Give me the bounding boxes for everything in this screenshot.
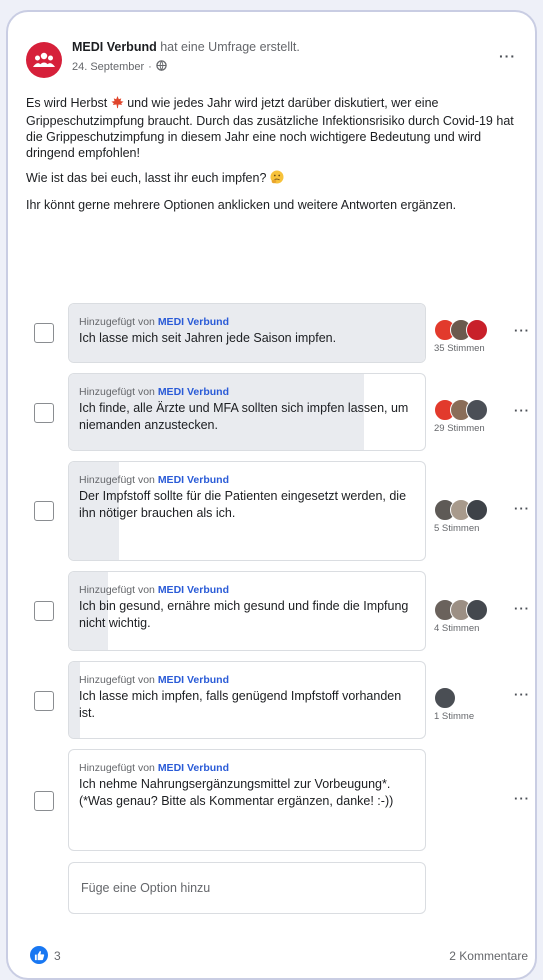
option-more-button[interactable]: ···: [514, 601, 530, 616]
added-by-link[interactable]: MEDI Verbund: [158, 584, 229, 596]
added-by-prefix: Hinzugefügt von: [79, 584, 158, 596]
post-paragraph-3: Ihr könnt gerne mehrere Optionen anklick…: [26, 198, 457, 212]
post-paragraph-2: Wie ist das bei euch, lasst ihr euch imp…: [26, 170, 526, 188]
vote-count[interactable]: 1 Stimme: [434, 711, 514, 722]
poll-option: Hinzugefügt von MEDI Verbund Ich finde, …: [26, 373, 529, 451]
option-checkbox[interactable]: [34, 403, 54, 423]
added-by-line: Hinzugefügt von MEDI Verbund: [79, 386, 415, 399]
voter-avatars[interactable]: 5 Stimmen: [434, 499, 514, 534]
added-by-line: Hinzugefügt von MEDI Verbund: [79, 674, 415, 687]
option-box[interactable]: Hinzugefügt von MEDI Verbund Ich lasse m…: [68, 303, 426, 363]
post-title: MEDI Verbund hat eine Umfrage erstellt.: [72, 40, 300, 54]
option-more-button[interactable]: ···: [514, 403, 530, 418]
added-by-prefix: Hinzugefügt von: [79, 762, 158, 774]
option-more-button[interactable]: ···: [514, 323, 530, 338]
post-action-text: hat eine Umfrage erstellt.: [156, 40, 300, 54]
option-text: Ich bin gesund, ernähre mich gesund und …: [79, 599, 409, 630]
post-header: MEDI Verbund hat eine Umfrage erstellt. …: [26, 32, 516, 86]
added-by-line: Hinzugefügt von MEDI Verbund: [79, 584, 415, 597]
added-by-line: Hinzugefügt von MEDI Verbund: [79, 474, 415, 487]
voter-avatars[interactable]: 1 Stimme: [434, 687, 514, 722]
option-more-button[interactable]: ···: [514, 501, 530, 516]
vote-count[interactable]: 35 Stimmen: [434, 343, 514, 354]
maple-leaf-icon: [111, 96, 124, 113]
voter-avatars[interactable]: 4 Stimmen: [434, 599, 514, 634]
option-box[interactable]: Hinzugefügt von MEDI Verbund Ich nehme N…: [68, 749, 426, 851]
poll-option: Hinzugefügt von MEDI Verbund Ich bin ges…: [26, 571, 529, 651]
org-name-link[interactable]: MEDI Verbund: [72, 40, 157, 54]
post-more-button[interactable]: ···: [499, 48, 516, 64]
poll-option: Hinzugefügt von MEDI Verbund Der Impfsto…: [26, 461, 529, 561]
vote-count[interactable]: 5 Stimmen: [434, 523, 514, 534]
option-text: Ich lasse mich impfen, falls genügend Im…: [79, 689, 402, 720]
added-by-prefix: Hinzugefügt von: [79, 474, 158, 486]
thinking-face-icon: [270, 170, 284, 188]
added-by-prefix: Hinzugefügt von: [79, 316, 158, 328]
voter-avatar: [466, 499, 488, 521]
option-checkbox[interactable]: [34, 323, 54, 343]
option-more-button[interactable]: ···: [514, 687, 530, 702]
added-by-prefix: Hinzugefügt von: [79, 674, 158, 686]
option-box[interactable]: Hinzugefügt von MEDI Verbund Ich bin ges…: [68, 571, 426, 651]
poll-option: Hinzugefügt von MEDI Verbund Ich lasse m…: [26, 303, 529, 363]
globe-icon: [156, 60, 167, 74]
option-checkbox[interactable]: [34, 601, 54, 621]
option-text: Ich nehme Nahrungsergänzungsmittel zur V…: [79, 777, 394, 808]
voter-avatar: [434, 687, 456, 709]
option-text: Ich finde, alle Ärzte und MFA sollten si…: [79, 401, 409, 432]
post-text-2: Wie ist das bei euch, lasst ihr euch imp…: [26, 171, 270, 185]
post-date[interactable]: 24. September: [72, 61, 144, 73]
option-checkbox[interactable]: [34, 791, 54, 811]
added-by-line: Hinzugefügt von MEDI Verbund: [79, 762, 415, 775]
added-by-line: Hinzugefügt von MEDI Verbund: [79, 316, 415, 329]
option-checkbox[interactable]: [34, 691, 54, 711]
option-checkbox[interactable]: [34, 501, 54, 521]
added-by-link[interactable]: MEDI Verbund: [158, 674, 229, 686]
option-box[interactable]: Hinzugefügt von MEDI Verbund Ich finde, …: [68, 373, 426, 451]
meta-separator: ·: [148, 61, 152, 73]
added-by-prefix: Hinzugefügt von: [79, 386, 158, 398]
thumbs-up-icon[interactable]: [30, 946, 48, 964]
voter-avatars[interactable]: 29 Stimmen: [434, 399, 514, 434]
added-by-link[interactable]: MEDI Verbund: [158, 474, 229, 486]
reaction-count[interactable]: 3: [54, 949, 61, 963]
poll-option: Hinzugefügt von MEDI Verbund Ich nehme N…: [26, 749, 529, 851]
option-box[interactable]: Hinzugefügt von MEDI Verbund Ich lasse m…: [68, 661, 426, 739]
added-by-link[interactable]: MEDI Verbund: [158, 386, 229, 398]
post-footer: 3 2 Kommentare: [30, 944, 528, 966]
voter-avatar: [466, 319, 488, 341]
post-body: Es wird Herbst und wie jedes Jahr wird j…: [26, 95, 526, 222]
option-text: Der Impfstoff sollte für die Patienten e…: [79, 489, 407, 520]
post-meta: 24. September ·: [72, 60, 167, 74]
poll-option: Hinzugefügt von MEDI Verbund Ich lasse m…: [26, 661, 529, 739]
voter-avatars[interactable]: 35 Stimmen: [434, 319, 514, 354]
post-paragraph-1: Es wird Herbst und wie jedes Jahr wird j…: [26, 95, 526, 161]
option-text: Ich lasse mich seit Jahren jede Saison i…: [79, 331, 337, 345]
vote-count[interactable]: 29 Stimmen: [434, 423, 514, 434]
group-icon[interactable]: [26, 42, 62, 78]
vote-count[interactable]: 4 Stimmen: [434, 623, 514, 634]
voter-avatar: [466, 599, 488, 621]
option-box[interactable]: Hinzugefügt von MEDI Verbund Der Impfsto…: [68, 461, 426, 561]
option-more-button[interactable]: ···: [514, 791, 530, 806]
comments-link[interactable]: 2 Kommentare: [449, 949, 528, 963]
add-option-input[interactable]: Füge eine Option hinzu: [68, 862, 426, 914]
added-by-link[interactable]: MEDI Verbund: [158, 316, 229, 328]
voter-avatar: [466, 399, 488, 421]
added-by-link[interactable]: MEDI Verbund: [158, 762, 229, 774]
post-text-1a: Es wird Herbst: [26, 96, 111, 110]
